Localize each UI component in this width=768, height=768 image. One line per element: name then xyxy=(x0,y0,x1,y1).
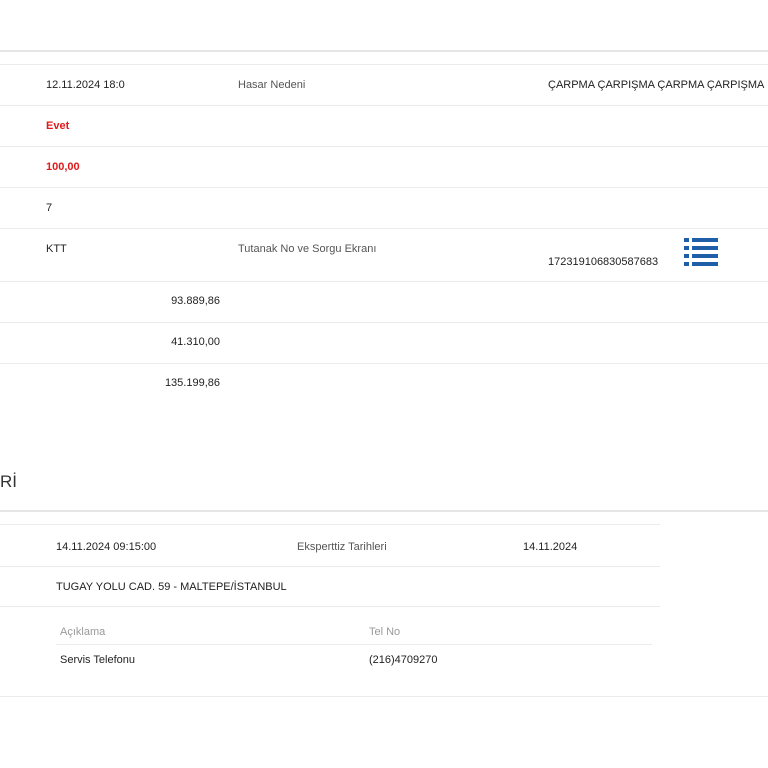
row-divider xyxy=(0,105,768,106)
claim-date-value: 12.11.2024 18:0 xyxy=(46,79,125,91)
amount-2: 41.310,00 xyxy=(171,336,220,348)
amount-3: 135.199,86 xyxy=(164,377,220,389)
section-title: Rİ xyxy=(0,472,17,491)
row-divider xyxy=(0,64,768,65)
row-divider xyxy=(0,566,660,567)
contacts-header-description: Açıklama xyxy=(60,626,106,638)
amount-1: 93.889,86 xyxy=(171,295,220,307)
expert-dates-value: 14.11.2024 xyxy=(523,541,578,553)
row-divider xyxy=(0,187,768,188)
count-value: 7 xyxy=(46,202,53,214)
row-divider xyxy=(0,696,768,697)
list-icon[interactable] xyxy=(684,238,718,266)
row-divider xyxy=(0,146,768,147)
damage-reason-value: ÇARPMA ÇARPIŞMA ÇARPMA ÇARPIŞMA xyxy=(548,79,765,91)
top-divider xyxy=(0,50,768,52)
row-divider xyxy=(0,228,768,229)
flag-value: Evet xyxy=(46,120,70,132)
row-divider xyxy=(0,524,660,525)
expert-dates-label: Eksperttiz Tarihleri xyxy=(297,541,387,553)
row-divider xyxy=(0,322,768,323)
section-divider xyxy=(0,510,768,512)
damage-reason-label: Hasar Nedeni xyxy=(238,79,306,91)
report-label: Tutanak No ve Sorgu Ekranı xyxy=(238,243,377,255)
row-divider xyxy=(0,606,660,607)
contacts-header-phone: Tel No xyxy=(369,626,401,638)
row-divider xyxy=(0,363,768,364)
address-value: TUGAY YOLU CAD. 59 - MALTEPE/İSTANBUL xyxy=(56,581,287,593)
percent-value: 100,00 xyxy=(46,161,80,173)
row-divider xyxy=(0,281,768,282)
contact-description: Servis Telefonu xyxy=(60,654,136,666)
table-header-divider xyxy=(56,644,652,645)
contact-phone[interactable]: (216)4709270 xyxy=(369,654,438,666)
type-value: KTT xyxy=(46,243,67,255)
report-number: 172319106830587683 xyxy=(548,256,659,268)
appointment-value: 14.11.2024 09:15:00 xyxy=(56,541,157,553)
